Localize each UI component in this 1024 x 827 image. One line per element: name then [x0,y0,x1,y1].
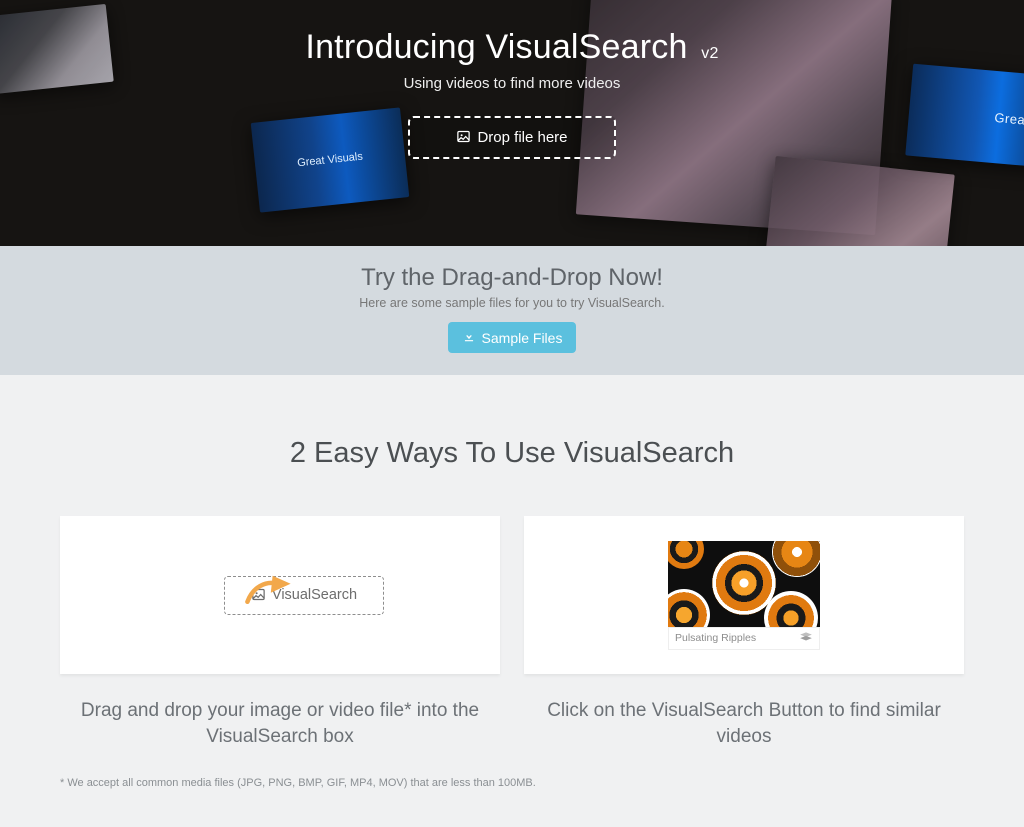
sample-title: Try the Drag-and-Drop Now! [0,264,1024,292]
hero-subtitle: Using videos to find more videos [0,75,1024,92]
way-1-card: VisualSearch [60,516,500,674]
way-2: Pulsating Ripples Click on the VisualSea… [524,516,964,749]
ways-section: 2 Easy Ways To Use VisualSearch VisualSe… [0,375,1024,827]
hero-version: v2 [701,45,718,62]
visualsearch-button-icon[interactable] [799,632,813,645]
hero-dropzone-label: Drop file here [477,129,567,146]
way-1-caption: Drag and drop your image or video file* … [60,698,500,749]
curved-arrow-icon [242,570,296,617]
hero-section: Great Vis Great Visuals Introducing Visu… [0,0,1024,246]
hero-title-main: Introducing VisualSearch [305,28,687,66]
sample-thumbnail-label: Pulsating Ripples [675,632,756,644]
sample-files-button[interactable]: Sample Files [448,322,577,353]
ways-footnote: * We accept all common media files (JPG,… [60,777,964,789]
sample-thumbnail-bar: Pulsating Ripples [668,627,820,650]
hero-thumb-blossom-small [763,156,955,246]
sample-thumbnail [668,541,820,627]
way-1: VisualSearch Drag and drop your image or… [60,516,500,749]
hero-dropzone[interactable]: Drop file here [408,116,615,159]
download-icon [462,329,476,346]
image-icon [456,129,471,146]
sample-band: Try the Drag-and-Drop Now! Here are some… [0,246,1024,375]
hero-title: Introducing VisualSearch v2 [0,28,1024,67]
way-2-caption: Click on the VisualSearch Button to find… [524,698,964,749]
way-2-card: Pulsating Ripples [524,516,964,674]
sample-subtitle: Here are some sample files for you to tr… [0,296,1024,310]
sample-button-label: Sample Files [482,330,563,346]
ways-heading: 2 Easy Ways To Use VisualSearch [60,437,964,470]
